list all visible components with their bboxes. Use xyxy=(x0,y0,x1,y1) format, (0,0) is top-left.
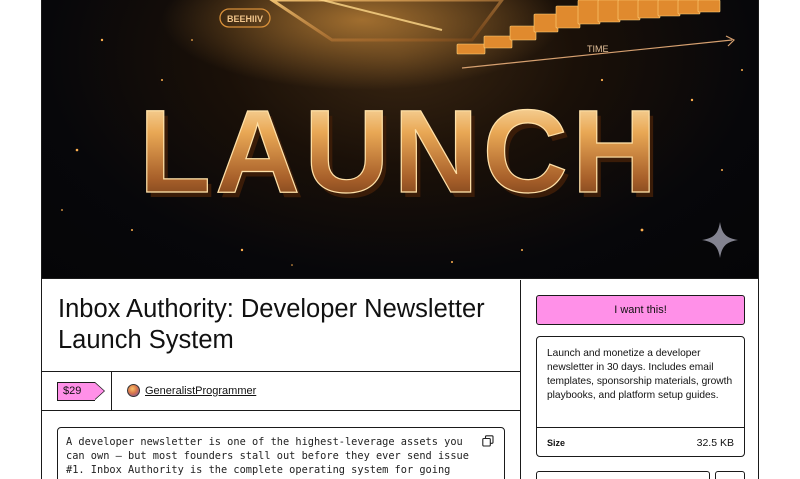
avatar xyxy=(127,384,140,397)
buy-button[interactable]: I want this! xyxy=(536,295,745,325)
axis-label: TIME xyxy=(587,44,609,54)
attribute-value: 32.5 KB xyxy=(696,437,734,449)
secondary-button[interactable] xyxy=(715,471,745,479)
launch-wordmark: LAUNCH xyxy=(139,86,661,218)
product-summary: Launch and monetize a developer newslett… xyxy=(537,337,744,428)
cover-artwork: TIME BEEHIIV LAUNCH LAUNCH xyxy=(61,0,743,266)
product-meta: $29 GeneralistProgrammer xyxy=(42,371,520,411)
beehiiv-badge: BEEHIIV xyxy=(227,14,263,24)
cover-image: TIME BEEHIIV LAUNCH LAUNCH xyxy=(42,0,758,279)
price-cell: $29 xyxy=(42,372,112,410)
sparkle-icon xyxy=(702,222,738,258)
creator-name[interactable]: GeneralistProgrammer xyxy=(145,385,256,397)
creator-link[interactable]: GeneralistProgrammer xyxy=(127,384,256,397)
quantity-field[interactable] xyxy=(536,471,710,479)
product-page: TIME BEEHIIV LAUNCH LAUNCH Inbox Authori… xyxy=(41,0,759,479)
product-info-box: Launch and monetize a developer newslett… xyxy=(536,336,745,457)
copy-icon[interactable] xyxy=(482,435,494,447)
description-text: A developer newsletter is one of the hig… xyxy=(66,436,469,479)
product-main: Inbox Authority: Developer Newsletter La… xyxy=(42,280,520,479)
attribute-label: Size xyxy=(547,438,566,448)
purchase-panel: I want this! Launch and monetize a devel… xyxy=(520,280,758,479)
product-title: Inbox Authority: Developer Newsletter La… xyxy=(58,295,485,354)
price-tag: $29 xyxy=(57,382,105,401)
description-box: A developer newsletter is one of the hig… xyxy=(57,427,505,479)
attribute-row: Size 32.5 KB xyxy=(537,428,744,456)
